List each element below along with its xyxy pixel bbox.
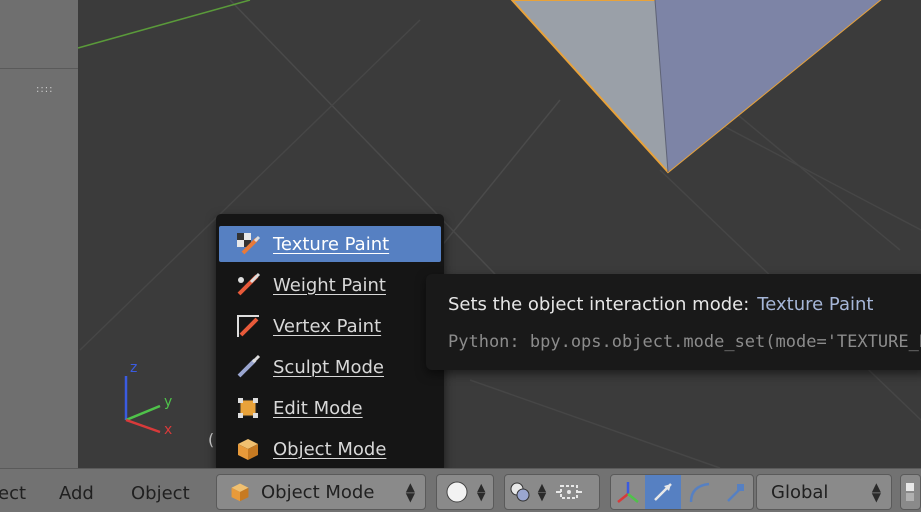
menu-item-label: Edit Mode <box>273 397 363 419</box>
transform-manipulator-group <box>610 474 754 510</box>
object-mode-icon <box>235 436 261 462</box>
axis-gizmo: z y x <box>124 360 172 438</box>
select-arrows-icon: ▲ ▼ <box>477 481 486 503</box>
menu-item-edit-mode[interactable]: Edit Mode <box>219 390 441 426</box>
axis-label-z: z <box>130 360 137 376</box>
layers-icon <box>901 475 920 509</box>
pivot-point-icon[interactable] <box>505 475 535 509</box>
menu-item-vertex-paint[interactable]: Vertex Paint <box>219 308 441 344</box>
tooltip-python: Python: bpy.ops.object.mode_set(mode='TE… <box>448 332 921 352</box>
weight-paint-icon <box>235 272 261 298</box>
viewport-shading-select[interactable]: ▲ ▼ <box>436 474 494 510</box>
object-mode-cube-icon <box>229 481 251 503</box>
manipulator-toggle-icon[interactable] <box>611 475 645 509</box>
panel-grip-icon[interactable]: :::: <box>36 84 53 95</box>
menu-item-label: Weight Paint <box>273 274 386 296</box>
select-arrows-icon: ▲ ▼ <box>405 480 415 504</box>
mode-dropdown-menu: Texture Paint Weight Paint Vertex Paint <box>216 214 444 472</box>
interaction-mode-select[interactable]: Object Mode ▲ ▼ <box>216 474 426 510</box>
menu-item-label: Texture Paint <box>273 233 390 255</box>
solid-shading-icon <box>437 475 477 509</box>
vertex-paint-icon <box>235 313 261 339</box>
texture-paint-icon <box>235 231 261 257</box>
transform-orientation-value: Global <box>771 481 829 503</box>
transform-orientation-select[interactable]: Global ▲ ▼ <box>756 474 892 510</box>
menu-item-label: Vertex Paint <box>273 315 382 337</box>
tooltip: Sets the object interaction mode: Texture… <box>426 274 921 370</box>
viewport-header: ect Add Object Object Mode ▲ ▼ ▲ ▼ ▲ ▼ G… <box>0 468 921 512</box>
menu-item-texture-paint[interactable]: Texture Paint <box>219 226 441 262</box>
rotate-manipulator-icon[interactable] <box>681 475 717 509</box>
menu-item-label: Sculpt Mode <box>273 356 384 378</box>
tool-shelf: :::: <box>0 0 78 468</box>
menu-select[interactable]: ect <box>0 483 26 504</box>
menu-add[interactable]: Add <box>59 483 94 504</box>
select-arrows-icon: ▲ ▼ <box>871 480 881 504</box>
menu-object[interactable]: Object <box>131 483 190 504</box>
pivot-point-group: ▲ ▼ <box>504 474 600 510</box>
sculpt-mode-icon <box>235 354 261 380</box>
interaction-mode-value: Object Mode <box>261 481 375 503</box>
manipulate-center-icon[interactable] <box>549 475 589 509</box>
panel-divider <box>0 68 78 69</box>
tooltip-description: Sets the object interaction mode: <box>448 294 750 315</box>
translate-manipulator-icon[interactable] <box>645 475 681 509</box>
menu-item-object-mode[interactable]: Object Mode <box>219 431 441 467</box>
axis-label-x: x <box>164 422 172 438</box>
menu-item-weight-paint[interactable]: Weight Paint <box>219 267 441 303</box>
select-arrows-icon: ▲ ▼ <box>537 481 547 503</box>
layers-button[interactable] <box>900 474 921 510</box>
axis-label-y: y <box>164 394 172 410</box>
scale-manipulator-icon[interactable] <box>717 475 753 509</box>
menu-item-label: Object Mode <box>273 438 387 460</box>
edit-mode-icon <box>235 395 261 421</box>
tooltip-description-line: Sets the object interaction mode: Texture… <box>448 294 873 315</box>
tooltip-value: Texture Paint <box>757 294 874 315</box>
menu-item-sculpt-mode[interactable]: Sculpt Mode <box>219 349 441 385</box>
